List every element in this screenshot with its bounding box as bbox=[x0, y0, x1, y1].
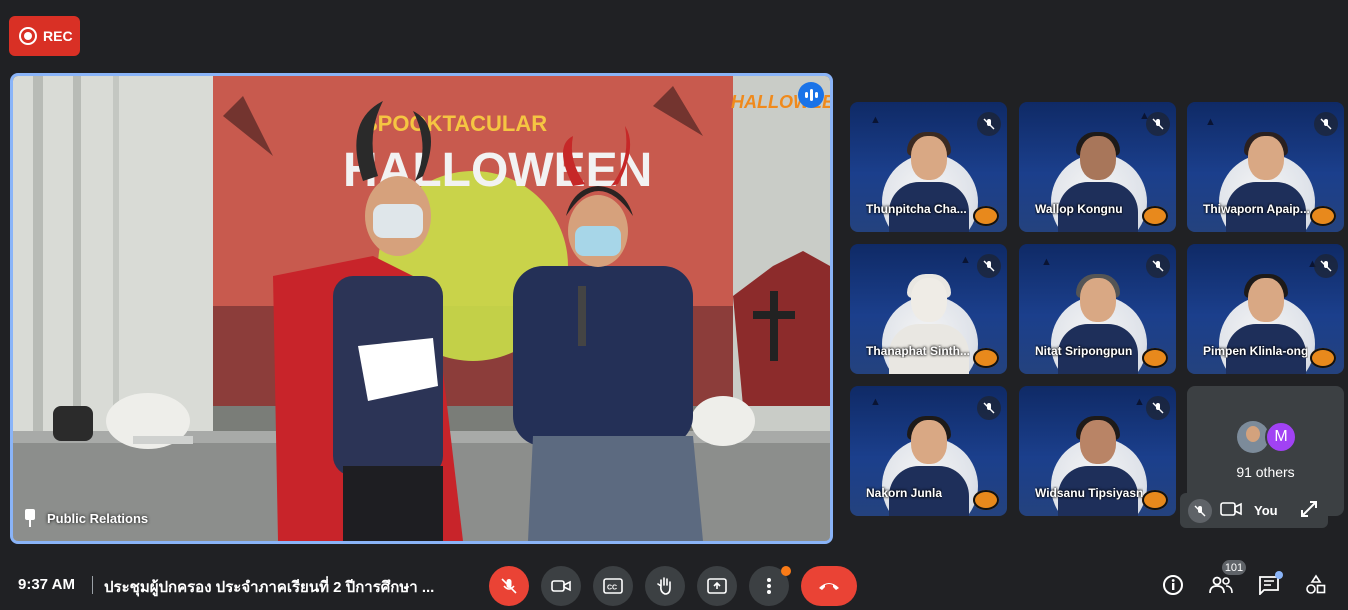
pumpkin-icon bbox=[973, 490, 999, 510]
captions-button[interactable]: CC bbox=[593, 566, 633, 606]
more-icon bbox=[767, 578, 771, 594]
mic-off-icon bbox=[1314, 254, 1338, 278]
participant-name: Nakorn Junla bbox=[866, 486, 943, 500]
self-tile-bar[interactable]: You bbox=[1180, 493, 1328, 528]
participant-name: Pimpen Klinla-ong bbox=[1203, 344, 1309, 358]
main-video-tile[interactable]: SPOOKTACULAR HALLOWEEN HALLOWEEN bbox=[10, 73, 833, 544]
stage-video: SPOOKTACULAR HALLOWEEN HALLOWEEN bbox=[13, 76, 830, 541]
participant-name: Nitat Sripongpun bbox=[1035, 344, 1133, 358]
participant-name: Wallop Kongnu bbox=[1035, 202, 1123, 216]
bottom-toolbar: 9:37 AM ประชุมผู้ปกครอง ประจำภาคเรียนที่… bbox=[0, 560, 1348, 610]
mic-off-icon bbox=[1146, 254, 1170, 278]
mic-off-icon bbox=[977, 254, 1001, 278]
pumpkin-icon bbox=[973, 206, 999, 226]
self-label: You bbox=[1254, 503, 1278, 518]
bat-icon: ▲ bbox=[1205, 116, 1216, 128]
captions-icon: CC bbox=[603, 578, 623, 594]
pumpkin-icon bbox=[1310, 348, 1336, 368]
svg-text:CC: CC bbox=[607, 585, 617, 592]
mic-off-icon bbox=[501, 578, 517, 594]
presenter-name: Public Relations bbox=[47, 510, 149, 526]
pumpkin-icon bbox=[1310, 206, 1336, 226]
main-tile-label: Public Relations bbox=[23, 509, 148, 527]
screen-title-top: SPOOKTACULAR bbox=[363, 111, 547, 136]
meet-window: REC SPOOKTACULAR HALLOWEEN HALLOWEEN bbox=[0, 0, 1348, 610]
bat-icon: ▲ bbox=[870, 396, 881, 408]
activities-icon bbox=[1306, 574, 1326, 594]
participant-tile[interactable]: ▲ Wallop Kongnu bbox=[1019, 102, 1176, 232]
pumpkin-icon bbox=[1142, 348, 1168, 368]
mic-off-icon bbox=[977, 396, 1001, 420]
mic-off-icon bbox=[1146, 396, 1170, 420]
info-icon bbox=[1163, 575, 1183, 595]
bat-icon: ▲ bbox=[1041, 256, 1052, 268]
mic-off-icon bbox=[1146, 112, 1170, 136]
mic-toggle-button[interactable] bbox=[489, 566, 529, 606]
others-count: 91 others bbox=[1236, 464, 1295, 480]
bat-icon: ▲ bbox=[960, 254, 971, 266]
camera-toggle-button[interactable] bbox=[541, 566, 581, 606]
meeting-title: ประชุมผู้ปกครอง ประจำภาคเรียนที่ 2 ปีการ… bbox=[104, 579, 435, 596]
present-button[interactable] bbox=[697, 566, 737, 606]
mic-off-icon bbox=[1314, 112, 1338, 136]
participant-tile[interactable]: ▲ Pimpen Klinla-ong bbox=[1187, 244, 1344, 374]
pin-icon[interactable] bbox=[23, 509, 37, 527]
raise-hand-button[interactable] bbox=[645, 566, 685, 606]
recording-indicator[interactable]: REC bbox=[9, 16, 80, 56]
expand-icon[interactable] bbox=[1300, 500, 1318, 521]
more-options-button[interactable] bbox=[749, 566, 791, 606]
clock: 9:37 AM bbox=[18, 576, 75, 593]
chat-notification-dot bbox=[1275, 571, 1283, 579]
record-icon bbox=[19, 27, 37, 45]
participant-tile[interactable]: ▲ Thanaphat Sinth... bbox=[850, 244, 1007, 374]
participant-name: Thanaphat Sinth... bbox=[866, 344, 970, 358]
participant-tile[interactable]: ▲ Nakorn Junla bbox=[850, 386, 1007, 516]
notification-dot bbox=[781, 566, 791, 576]
participant-tile[interactable]: ▲ Thunpitcha Cha... bbox=[850, 102, 1007, 232]
participant-tile[interactable]: ▲ Widsanu Tipsiyasn bbox=[1019, 386, 1176, 516]
mic-off-icon bbox=[977, 112, 1001, 136]
camera-icon[interactable] bbox=[1220, 501, 1242, 520]
recording-label: REC bbox=[43, 28, 73, 44]
mic-off-icon[interactable] bbox=[1188, 498, 1212, 523]
bat-icon: ▲ bbox=[1134, 396, 1145, 408]
pumpkin-icon bbox=[1142, 206, 1168, 226]
participant-name: Thiwaporn Apaip... bbox=[1203, 202, 1310, 216]
leave-call-button[interactable] bbox=[801, 566, 857, 606]
people-icon bbox=[1209, 576, 1233, 594]
end-call-icon bbox=[819, 583, 839, 590]
participant-tile[interactable]: ▲ Thiwaporn Apaip... bbox=[1187, 102, 1344, 232]
activities-button[interactable] bbox=[1303, 572, 1329, 598]
camera-icon bbox=[551, 580, 571, 592]
avatar: M bbox=[1265, 421, 1297, 453]
speaking-indicator-icon bbox=[798, 82, 824, 108]
pumpkin-icon bbox=[1142, 490, 1168, 510]
participant-name: Widsanu Tipsiyasn bbox=[1035, 486, 1144, 500]
divider bbox=[92, 576, 93, 594]
present-icon bbox=[707, 578, 727, 594]
meeting-details-button[interactable] bbox=[1160, 572, 1186, 598]
participant-tile[interactable]: ▲ Nitat Sripongpun bbox=[1019, 244, 1176, 374]
people-button[interactable] bbox=[1208, 572, 1234, 598]
participant-name: Thunpitcha Cha... bbox=[866, 202, 967, 216]
raise-hand-icon bbox=[657, 577, 671, 595]
pumpkin-icon bbox=[973, 348, 999, 368]
bat-icon: ▲ bbox=[870, 114, 881, 126]
